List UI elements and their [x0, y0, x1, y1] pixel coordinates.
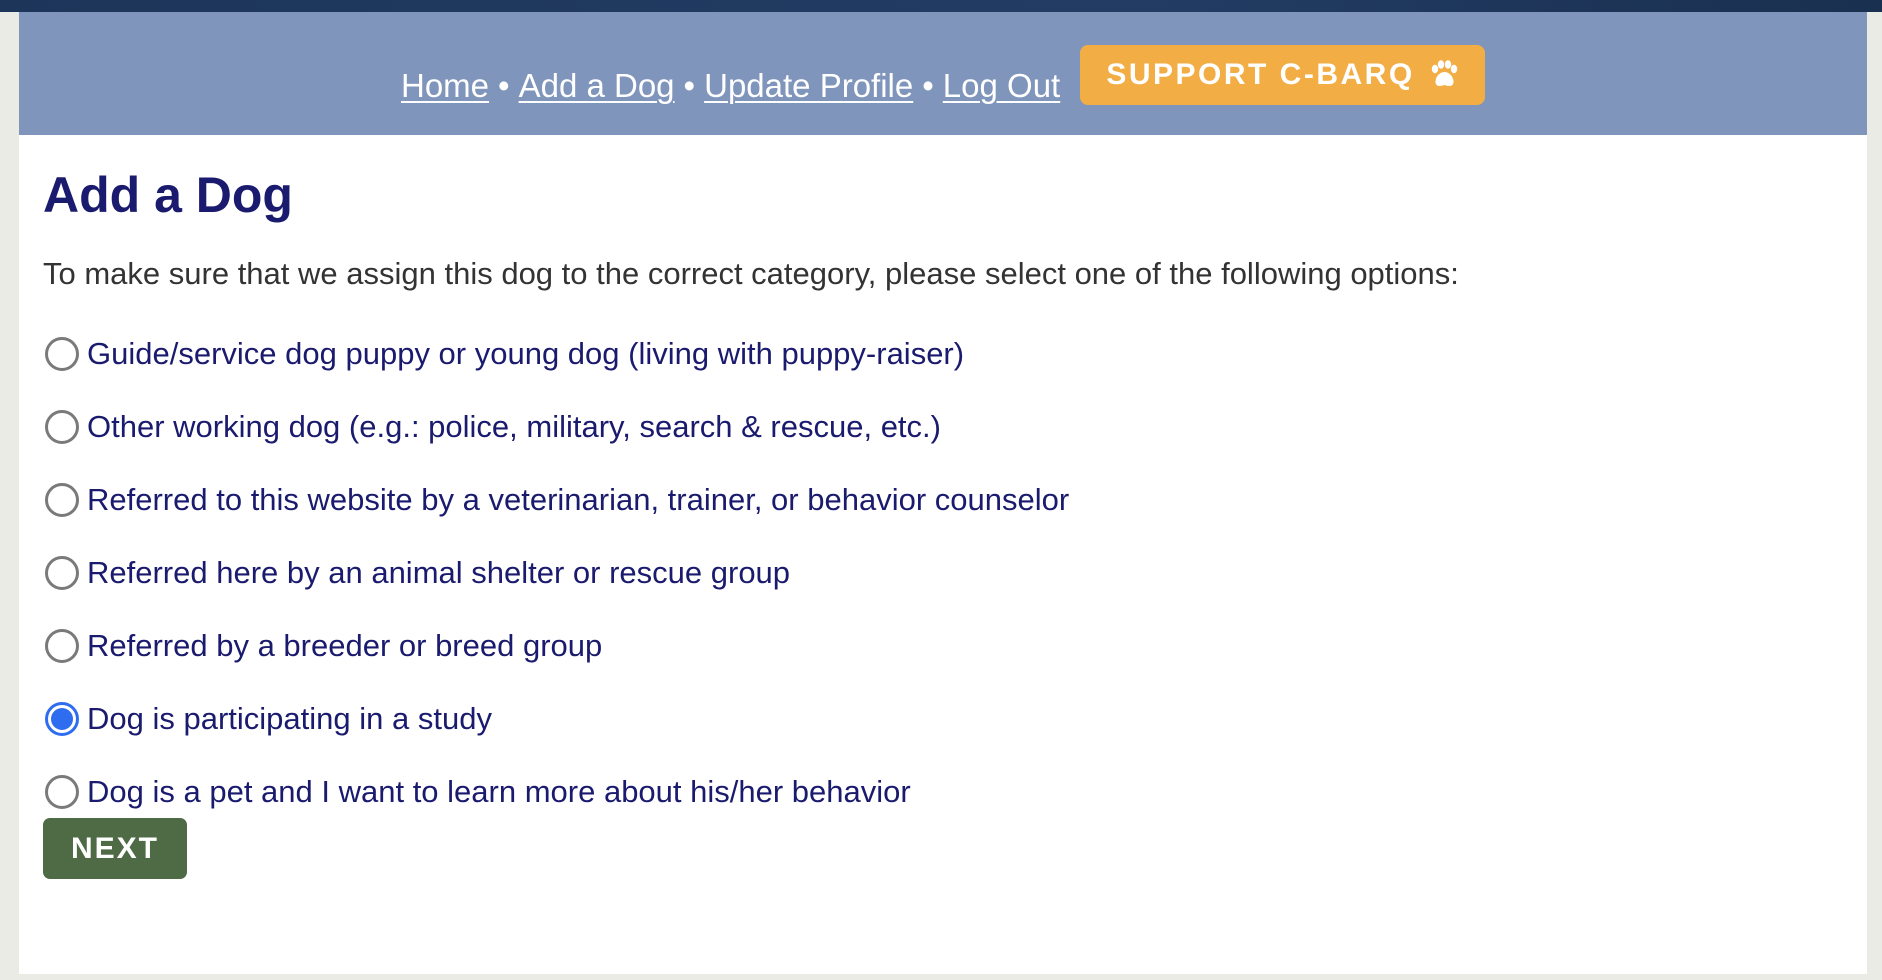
option-referred-by-breeder[interactable]: Referred by a breeder or breed group — [45, 609, 1069, 682]
option-label: Referred here by an animal shelter or re… — [87, 554, 791, 590]
option-label: Dog is participating in a study — [87, 700, 492, 736]
option-guide-service-puppy[interactable]: Guide/service dog puppy or young dog (li… — [45, 317, 1069, 390]
radio-button[interactable] — [45, 482, 79, 517]
radio-button[interactable] — [45, 628, 79, 663]
nav-separator: • — [683, 67, 696, 104]
category-options: Guide/service dog puppy or young dog (li… — [45, 317, 1069, 828]
radio-button[interactable] — [45, 774, 79, 809]
radio-button[interactable] — [45, 555, 79, 590]
radio-button-selected[interactable] — [45, 701, 79, 736]
nav-separator: • — [498, 67, 510, 104]
option-label: Dog is a pet and I want to learn more ab… — [87, 773, 911, 809]
option-label: Guide/service dog puppy or young dog (li… — [87, 335, 965, 371]
option-label: Other working dog (e.g.: police, militar… — [87, 408, 941, 444]
option-pet-behavior[interactable]: Dog is a pet and I want to learn more ab… — [45, 755, 1069, 828]
option-study-participant[interactable]: Dog is participating in a study — [45, 682, 1069, 755]
option-other-working-dog[interactable]: Other working dog (e.g.: police, militar… — [45, 390, 1069, 463]
nav-separator: • — [922, 67, 934, 104]
support-button-label: SUPPORT C-BARQ — [1106, 58, 1415, 91]
radio-button[interactable] — [45, 336, 79, 371]
option-referred-by-vet[interactable]: Referred to this website by a veterinari… — [45, 463, 1069, 536]
option-label: Referred by a breeder or breed group — [87, 627, 603, 663]
support-c-barq-button[interactable]: SUPPORT C-BARQ — [1080, 45, 1485, 105]
paw-icon — [1427, 59, 1459, 91]
page-content: Home • Add a Dog • Update Profile • Log … — [19, 12, 1867, 974]
radio-button[interactable] — [45, 409, 79, 444]
option-label: Referred to this website by a veterinari… — [87, 481, 1070, 517]
nav-link-add-a-dog[interactable]: Add a Dog — [519, 67, 675, 105]
nav-link-update-profile[interactable]: Update Profile — [704, 67, 913, 105]
page-title: Add a Dog — [43, 167, 293, 223]
top-strip — [0, 0, 1882, 12]
main-nav: Home • Add a Dog • Update Profile • Log … — [401, 56, 1060, 116]
option-referred-by-shelter[interactable]: Referred here by an animal shelter or re… — [45, 536, 1069, 609]
next-button[interactable]: NEXT — [43, 818, 187, 879]
intro-text: To make sure that we assign this dog to … — [43, 256, 1459, 291]
header-bar: Home • Add a Dog • Update Profile • Log … — [19, 12, 1867, 135]
nav-link-log-out[interactable]: Log Out — [943, 67, 1060, 105]
nav-link-home[interactable]: Home — [401, 67, 489, 105]
